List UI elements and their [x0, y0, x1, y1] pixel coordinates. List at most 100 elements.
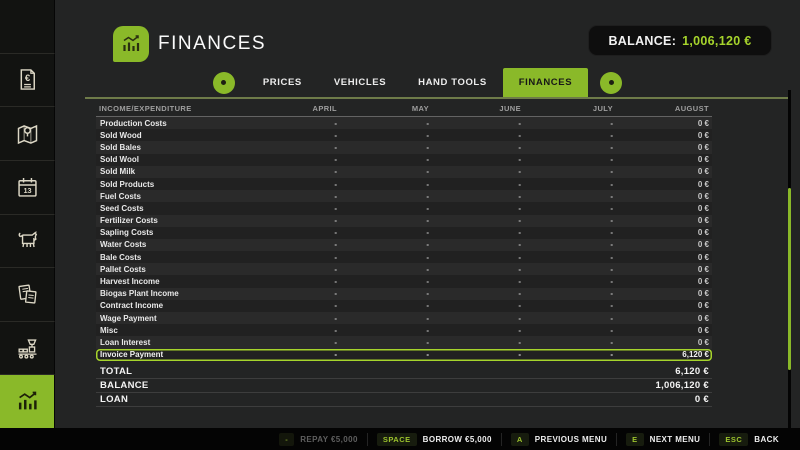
table-row-sold-milk[interactable]: Sold Milk - - - - 0 € — [96, 166, 712, 178]
cell-june: - — [432, 228, 524, 237]
cell-april: - — [248, 253, 340, 262]
cell-july: - — [524, 277, 616, 286]
cell-july: - — [524, 314, 616, 323]
hint-back: ESC BACK — [709, 433, 788, 446]
sidebar-item-finances[interactable] — [0, 375, 55, 428]
cell-may: - — [340, 131, 432, 140]
cell-april: - — [248, 143, 340, 152]
row-label: Harvest Income — [96, 277, 248, 286]
table-row-production-costs[interactable]: Production Costs - - - - 0 € — [96, 117, 712, 129]
cell-june: - — [432, 155, 524, 164]
scrollbar-thumb[interactable] — [788, 188, 791, 370]
summary-value: 6,120 € — [616, 366, 712, 377]
cell-august: 0 € — [616, 301, 712, 310]
scrollbar[interactable] — [788, 90, 791, 428]
sidebar-item-calendar[interactable]: 13 — [0, 161, 55, 215]
summary-label: BALANCE — [96, 380, 616, 391]
balance-display: BALANCE: 1,006,120 € — [588, 25, 772, 56]
key-badge[interactable]: E — [626, 433, 644, 446]
row-label: Invoice Payment — [96, 350, 248, 359]
sidebar-item-production[interactable] — [0, 322, 55, 376]
cell-may: - — [340, 204, 432, 213]
table-row-water-costs[interactable]: Water Costs - - - - 0 € — [96, 239, 712, 251]
summary-label: TOTAL — [96, 366, 616, 377]
tab-hand-tools[interactable]: HAND TOOLS — [402, 68, 503, 97]
main-panel: FINANCES BALANCE: 1,006,120 € PRICESVEHI… — [55, 0, 800, 428]
table-row-contract-income[interactable]: Contract Income - - - - 0 € — [96, 300, 712, 312]
table-row-misc[interactable]: Misc - - - - 0 € — [96, 324, 712, 336]
cell-april: - — [248, 204, 340, 213]
table-row-sold-products[interactable]: Sold Products - - - - 0 € — [96, 178, 712, 190]
cell-june: - — [432, 192, 524, 201]
key-badge[interactable]: A — [511, 433, 529, 446]
cell-may: - — [340, 289, 432, 298]
finances-chart-icon — [119, 32, 143, 56]
cell-july: - — [524, 204, 616, 213]
sidebar-item-contracts[interactable] — [0, 268, 55, 322]
hint-repay-5-000: - REPAY €5,000 — [270, 433, 367, 446]
cell-august: 0 € — [616, 119, 712, 128]
page-icon — [113, 26, 149, 62]
cell-june: - — [432, 265, 524, 274]
cell-july: - — [524, 350, 616, 359]
cell-july: - — [524, 240, 616, 249]
cell-april: - — [248, 277, 340, 286]
cell-may: - — [340, 180, 432, 189]
hint-previous-menu: A PREVIOUS MENU — [501, 433, 616, 446]
table-row-sold-wool[interactable]: Sold Wool - - - - 0 € — [96, 154, 712, 166]
cell-july: - — [524, 216, 616, 225]
finance-table: INCOME/EXPENDITURE APRILMAYJUNEJULYAUGUS… — [96, 100, 712, 407]
cell-june: - — [432, 289, 524, 298]
cell-july: - — [524, 326, 616, 335]
table-row-bale-costs[interactable]: Bale Costs - - - - 0 € — [96, 251, 712, 263]
column-header-month: APRIL — [248, 104, 340, 113]
column-header-month: AUGUST — [616, 104, 712, 113]
tab-finances[interactable]: FINANCES — [503, 68, 588, 97]
row-label: Sold Products — [96, 180, 248, 189]
sidebar-item-map[interactable] — [0, 107, 55, 161]
summary-value: 1,006,120 € — [616, 380, 712, 391]
cell-june: - — [432, 167, 524, 176]
tab-next-button[interactable] — [600, 72, 622, 94]
table-row-sold-wood[interactable]: Sold Wood - - - - 0 € — [96, 129, 712, 141]
cell-august: 0 € — [616, 155, 712, 164]
cell-july: - — [524, 167, 616, 176]
table-row-seed-costs[interactable]: Seed Costs - - - - 0 € — [96, 202, 712, 214]
tab-vehicles[interactable]: VEHICLES — [318, 68, 402, 97]
table-row-sold-bales[interactable]: Sold Bales - - - - 0 € — [96, 141, 712, 153]
table-row-harvest-income[interactable]: Harvest Income - - - - 0 € — [96, 275, 712, 287]
cell-july: - — [524, 119, 616, 128]
table-row-loan-interest[interactable]: Loan Interest - - - - 0 € — [96, 336, 712, 348]
table-row-fertilizer-costs[interactable]: Fertilizer Costs - - - - 0 € — [96, 215, 712, 227]
key-badge[interactable]: - — [279, 433, 294, 446]
row-label: Pallet Costs — [96, 265, 248, 274]
cell-april: - — [248, 228, 340, 237]
key-badge[interactable]: ESC — [719, 433, 748, 446]
row-label: Fuel Costs — [96, 192, 248, 201]
cell-june: - — [432, 253, 524, 262]
tab-prev-button[interactable] — [213, 72, 235, 94]
cell-june: - — [432, 180, 524, 189]
row-label: Production Costs — [96, 119, 248, 128]
key-badge[interactable]: SPACE — [377, 433, 417, 446]
table-row-pallet-costs[interactable]: Pallet Costs - - - - 0 € — [96, 263, 712, 275]
table-row-invoice-payment[interactable]: Invoice Payment - - - - 6,120 € — [96, 349, 712, 361]
bar-chart-icon — [14, 388, 41, 415]
row-label: Seed Costs — [96, 204, 248, 213]
row-label: Sold Wool — [96, 155, 248, 164]
cell-april: - — [248, 338, 340, 347]
table-row-sapling-costs[interactable]: Sapling Costs - - - - 0 € — [96, 227, 712, 239]
row-label: Fertilizer Costs — [96, 216, 248, 225]
table-row-biogas-plant-income[interactable]: Biogas Plant Income - - - - 0 € — [96, 288, 712, 300]
sidebar-item-statement[interactable]: € — [0, 54, 55, 108]
tab-prices[interactable]: PRICES — [247, 68, 318, 97]
table-row-fuel-costs[interactable]: Fuel Costs - - - - 0 € — [96, 190, 712, 202]
cell-june: - — [432, 326, 524, 335]
cell-june: - — [432, 143, 524, 152]
cell-may: - — [340, 277, 432, 286]
cell-april: - — [248, 289, 340, 298]
sidebar-item-animals[interactable] — [0, 215, 55, 269]
hint-next-menu: E NEXT MENU — [616, 433, 709, 446]
table-row-wage-payment[interactable]: Wage Payment - - - - 0 € — [96, 312, 712, 324]
cell-june: - — [432, 204, 524, 213]
